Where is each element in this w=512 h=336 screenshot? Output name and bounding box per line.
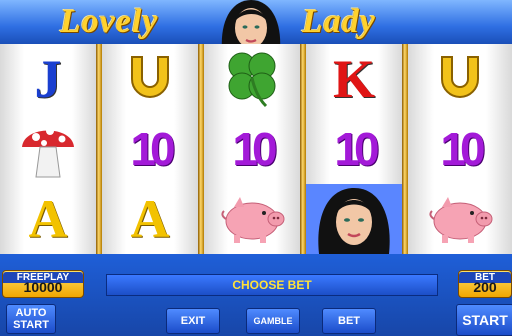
reel-symbol [204,44,300,114]
freeplay-display: FREEPLAY 10000 [2,270,84,298]
reel-symbol: 10 [306,114,402,184]
reel-symbol: 10 [204,114,300,184]
reel-3: 10 [204,44,300,254]
symbol-ten: 10 [232,123,277,175]
lady-symbol-icon [318,188,390,254]
mushroom-icon [22,127,74,178]
reel-symbol [408,184,512,254]
bet-display: BET 200 [458,270,512,298]
pig-icon [221,197,285,243]
reel-symbol [306,184,402,254]
horseshoe-icon [441,56,479,98]
lady-portrait-icon [214,0,288,50]
auto-start-label: AUTO START [13,307,49,331]
symbol-a: A [130,189,170,249]
reel-symbol [102,44,198,114]
start-button[interactable]: START [456,304,512,336]
reel-5: 10 [408,44,512,254]
reel-symbol: 10 [102,114,198,184]
pig-icon [429,197,493,243]
message-bar: CHOOSE BET [106,274,438,296]
freeplay-value: 10000 [23,279,63,295]
header-banner: Lovely Lady [0,0,512,50]
reel-symbol: A [0,184,96,254]
reel-symbol [0,114,96,184]
gamble-button[interactable]: GAMBLE [246,308,300,334]
reel-1: J A [0,44,96,254]
symbol-j: J [34,49,62,109]
clover-icon [228,52,276,108]
auto-start-button[interactable]: AUTO START [6,304,56,334]
reel-symbol [204,184,300,254]
game-title-right: Lady [302,3,376,40]
exit-button[interactable]: EXIT [166,308,220,334]
reel-symbol [408,44,512,114]
symbol-a: A [28,189,68,249]
symbol-ten: 10 [440,123,485,175]
game-title-left: Lovely [60,3,159,40]
reel-symbol: K [306,44,402,114]
reels-area: J A 10 A 10 K 10 10 [0,44,512,254]
bet-button[interactable]: BET [322,308,376,334]
symbol-k: K [332,49,375,109]
symbol-ten: 10 [130,123,175,175]
reel-symbol: J [0,44,96,114]
horseshoe-icon [131,56,169,98]
reel-4: K 10 [306,44,402,254]
bet-value: 200 [473,279,497,295]
reel-symbol: 10 [408,114,512,184]
symbol-ten: 10 [334,123,379,175]
reel-symbol: A [102,184,198,254]
reel-2: 10 A [102,44,198,254]
